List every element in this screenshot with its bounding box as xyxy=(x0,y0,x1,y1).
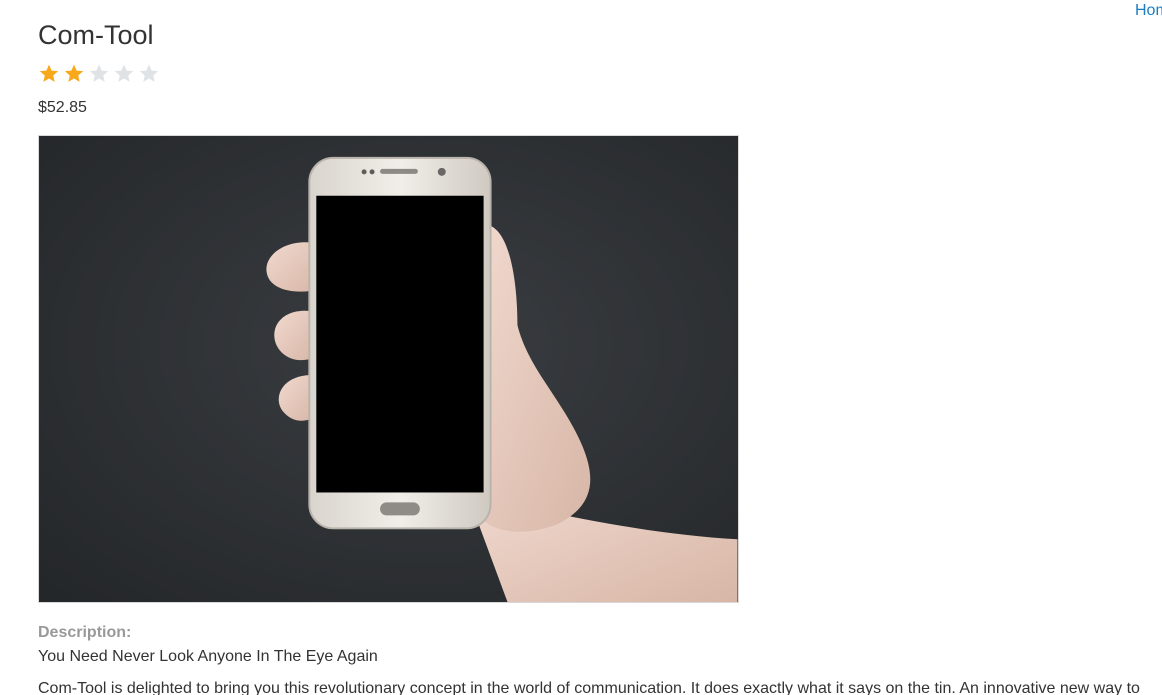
product-page: Home Com-Tool $52.85 xyxy=(0,0,1162,695)
product-price: $52.85 xyxy=(38,99,87,116)
product-title: Com-Tool xyxy=(38,20,154,50)
description-body: Com-Tool is delighted to bring you this … xyxy=(38,680,1140,695)
description-subtitle: You Need Never Look Anyone In The Eye Ag… xyxy=(38,648,378,665)
star-empty-icon xyxy=(89,64,109,82)
star-filled-icon xyxy=(64,64,84,82)
home-link[interactable]: Home xyxy=(1135,2,1162,20)
star-rating xyxy=(38,63,160,85)
star-empty-icon xyxy=(139,64,159,82)
description-label: Description: xyxy=(38,624,132,641)
star-empty-icon xyxy=(114,64,134,82)
smartphone-in-hand-image xyxy=(39,136,738,602)
product-image xyxy=(38,135,739,603)
star-filled-icon xyxy=(39,64,59,82)
